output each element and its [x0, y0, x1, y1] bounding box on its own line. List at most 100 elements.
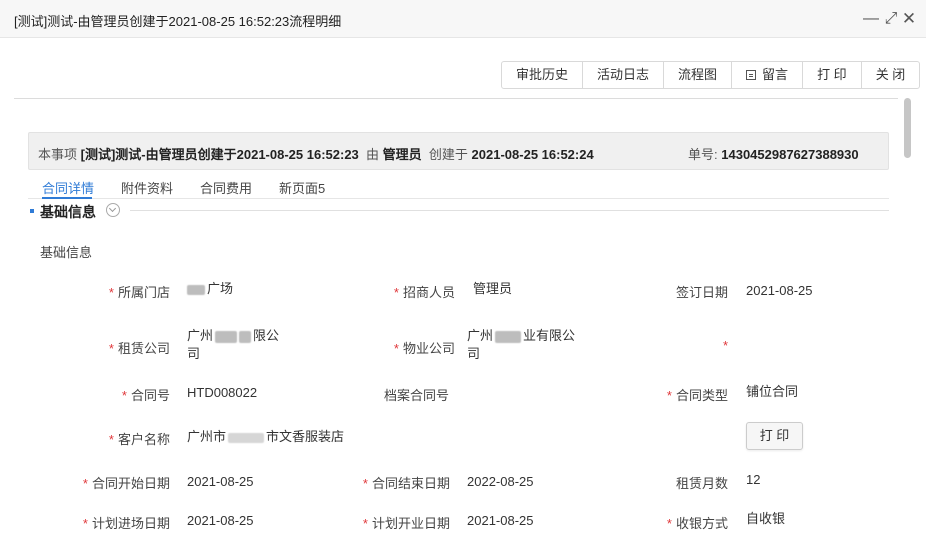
message-button-label: 留言	[762, 67, 789, 82]
lessor-value-part-a: 广州	[187, 328, 214, 343]
section-divider	[130, 210, 889, 211]
store-label: * 所属门店	[100, 282, 170, 301]
redacted-block	[239, 330, 252, 343]
info-prefix: 本事项	[38, 147, 78, 162]
info-by: 由	[366, 147, 380, 162]
window-title: [测试]测试-由管理员创建于2021-08-25 16:52:23流程明细	[14, 14, 342, 29]
info-number: 单号: 1430452987627388930	[688, 144, 859, 163]
section-title: 基础信息	[40, 204, 96, 220]
end-date-label-text: 合同结束日期	[371, 476, 450, 491]
lease-months-label: 租赁月数	[675, 476, 728, 491]
merchant-label: * 招商人员	[375, 282, 455, 301]
move-in-label-text: 计划进场日期	[91, 516, 170, 531]
customer-label: * 客户名称	[100, 429, 170, 448]
required-mark: *	[666, 516, 672, 531]
move-in-value: 2021-08-25	[187, 513, 254, 528]
start-date-label: * 合同开始日期	[70, 473, 170, 492]
required-mark: *	[108, 432, 114, 447]
contract-type-label-text: 合同类型	[675, 388, 728, 403]
lessor-label-text: 租赁公司	[117, 341, 170, 356]
opening-label-text: 计划开业日期	[371, 516, 450, 531]
message-button[interactable]: 留言	[732, 62, 804, 88]
contract-type-value: 铺位合同	[746, 384, 799, 399]
lessor-value: 广州 限公司	[187, 327, 305, 363]
customer-label-text: 客户名称	[117, 432, 170, 447]
print-button[interactable]: 打 印	[746, 422, 803, 450]
contract-no-label: * 合同号	[100, 385, 170, 404]
tab-bar: 合同详情 附件资料 合同费用 新页面5	[28, 175, 889, 199]
contract-no-value: HTD008022	[187, 385, 258, 400]
start-date-label-text: 合同开始日期	[91, 476, 170, 491]
required-mark: *	[666, 388, 672, 403]
property-label: * 物业公司	[375, 338, 455, 357]
section-subheading: 基础信息	[40, 245, 93, 260]
lessor-value-part-b: 限公	[253, 328, 280, 343]
minimize-icon[interactable]: —	[860, 7, 882, 31]
redacted-block	[187, 284, 205, 295]
section-marker	[30, 209, 34, 213]
close-icon[interactable]: ✕	[898, 7, 920, 31]
window-titlebar: [测试]测试-由管理员创建于2021-08-25 16:52:23流程明细 — …	[0, 0, 926, 38]
required-mark: *	[108, 285, 114, 300]
info-created-at: 2021-08-25 16:52:24	[471, 147, 594, 162]
start-date-value: 2021-08-25	[187, 474, 254, 489]
cashier-label-text: 收银方式	[675, 516, 728, 531]
property-label-text: 物业公司	[402, 341, 455, 356]
archive-no-label: 档案合同号	[383, 388, 449, 403]
property-value-part-a: 广州	[467, 328, 494, 343]
opening-label: * 计划开业日期	[350, 513, 450, 532]
message-icon	[746, 70, 757, 80]
cashier-value: 自收银	[746, 511, 786, 526]
close-toolbar-button[interactable]: 关 闭	[862, 62, 920, 88]
customer-value-part-b: 市文香服装店	[266, 429, 345, 444]
property-value: 广州 业有限公司	[467, 327, 585, 363]
toolbar-divider	[14, 98, 898, 99]
merchant-label-text: 招商人员	[402, 285, 455, 300]
tab-attachments[interactable]: 附件资料	[121, 178, 173, 197]
store-label-text: 所属门店	[117, 285, 170, 300]
end-date-label: * 合同结束日期	[350, 473, 450, 492]
sign-date-value: 2021-08-25	[746, 283, 813, 298]
customer-value: 广州市 市文香服装店	[187, 428, 344, 446]
flowchart-button[interactable]: 流程图	[664, 62, 733, 88]
required-mark: *	[108, 341, 114, 356]
contract-no-label-text: 合同号	[130, 388, 170, 403]
info-creator: 管理员	[382, 147, 422, 162]
item-info-bar: 本事项 [测试]测试-由管理员创建于2021-08-25 16:52:23 由 …	[28, 132, 889, 170]
required-mark: *	[362, 516, 368, 531]
info-summary: 本事项 [测试]测试-由管理员创建于2021-08-25 16:52:23 由 …	[38, 144, 594, 163]
merchant-value: 管理员	[473, 281, 513, 296]
property-value-part-b: 业有限公	[523, 328, 576, 343]
redacted-block	[228, 432, 265, 443]
info-number-value: 1430452987627388930	[721, 147, 859, 162]
required-mark: *	[362, 476, 368, 491]
info-item-title: [测试]测试-由管理员创建于2021-08-25 16:52:23	[80, 147, 359, 162]
store-value: 广场	[187, 280, 233, 298]
move-in-label: * 计划进场日期	[70, 513, 170, 532]
opening-value: 2021-08-25	[467, 513, 534, 528]
scrollbar-thumb[interactable]	[904, 98, 911, 158]
tab-contract-details[interactable]: 合同详情	[42, 178, 94, 197]
customer-value-part-a: 广州市	[187, 429, 227, 444]
required-mark: *	[393, 341, 399, 356]
required-mark: *	[393, 285, 399, 300]
tab-contract-fees[interactable]: 合同费用	[200, 178, 252, 197]
redacted-block	[215, 330, 238, 343]
print-toolbar-button[interactable]: 打 印	[803, 62, 862, 88]
store-value-text: 广场	[207, 281, 234, 296]
cashier-label: * 收银方式	[648, 513, 728, 532]
end-date-value: 2022-08-25	[467, 474, 534, 489]
required-mark: *	[121, 388, 127, 403]
active-tab-indicator	[42, 197, 92, 199]
lease-months-value: 12	[746, 472, 761, 487]
required-mark: *	[722, 338, 728, 353]
required-mark: *	[82, 476, 88, 491]
activity-log-button[interactable]: 活动日志	[583, 62, 665, 88]
tab-new-page-5[interactable]: 新页面5	[279, 178, 325, 197]
approval-history-button[interactable]: 审批历史	[502, 62, 584, 88]
sign-date-label: 签订日期	[675, 285, 728, 300]
collapse-chevron-icon[interactable]	[106, 203, 120, 217]
property-value-part-c: 司	[467, 346, 481, 361]
redacted-block	[495, 330, 522, 343]
action-toolbar: 审批历史 活动日志 流程图 留言 打 印 关 闭	[501, 61, 921, 89]
